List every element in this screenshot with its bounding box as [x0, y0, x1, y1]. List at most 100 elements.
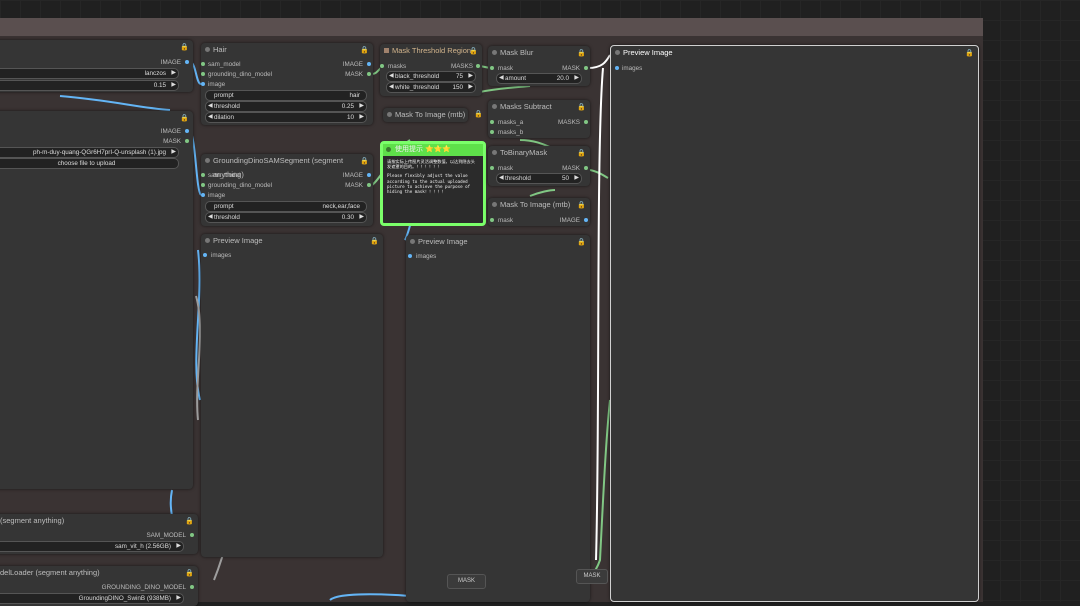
output-mask-slot[interactable]: MASK — [345, 70, 363, 79]
lock-icon[interactable]: 🔒 — [185, 515, 194, 529]
output-image-slot[interactable]: IMAGE — [343, 60, 363, 69]
hair-segment-node[interactable]: Hair 🔒 sam_model grounding_dino_model ima… — [201, 43, 373, 125]
masks-subtract-node[interactable]: Masks Subtract 🔒 masks_a masks_b MASKS — [488, 100, 590, 138]
lock-icon[interactable]: 🔒 — [360, 155, 369, 169]
node-title-bar[interactable]: Mask Blur 🔒 — [488, 46, 590, 60]
node-title-bar[interactable]: Preview Image 🔒 — [611, 46, 978, 60]
lock-icon[interactable]: 🔒 — [180, 41, 189, 55]
node-title-bar[interactable]: delLoader (segment anything) 🔒 — [0, 566, 198, 580]
output-masks-slot[interactable]: MASKS — [558, 118, 580, 127]
output-dot[interactable] — [584, 218, 588, 222]
node-title-bar[interactable]: 🔒 — [0, 111, 193, 125]
reroute-mask-1[interactable]: MASK — [447, 574, 486, 589]
black-threshold-stepper[interactable]: ◀ black_threshold 75 ▶ — [386, 71, 476, 82]
input-masks-b-slot[interactable]: masks_b — [498, 128, 523, 137]
output-mask-slot[interactable]: MASK — [345, 181, 363, 190]
node-title-bar[interactable]: GroundingDinoSAMSegment (segment anythin… — [201, 154, 373, 179]
prompt-field[interactable]: prompt hair — [205, 90, 367, 101]
preview-image-node-1[interactable]: Preview Image 🔒 images — [201, 234, 383, 557]
node-title-bar[interactable]: Mask To Image (mtb) 🔒 — [488, 198, 590, 212]
output-dot[interactable] — [367, 72, 371, 76]
lock-icon[interactable]: 🔒 — [577, 147, 586, 161]
upload-button[interactable]: choose file to upload — [0, 158, 179, 169]
output-dot[interactable] — [367, 173, 371, 177]
output-dot[interactable] — [367, 62, 371, 66]
output-mask-slot[interactable]: MASK — [562, 164, 580, 173]
output-image-slot[interactable]: IMAGE — [161, 127, 181, 136]
input-dot[interactable] — [490, 166, 494, 170]
arrow-right-icon[interactable]: ▶ — [359, 113, 364, 122]
lock-icon[interactable]: 🔒 — [965, 47, 974, 61]
arrow-right-icon[interactable]: ▶ — [468, 72, 473, 81]
input-dot[interactable] — [201, 173, 205, 177]
input-dot[interactable] — [201, 193, 205, 197]
input-dot[interactable] — [201, 183, 205, 187]
node-title-bar[interactable]: Preview Image 🔒 — [406, 235, 590, 249]
dino-model-widget[interactable]: GroundingDINO_SwinB (938MB) ▶ — [0, 593, 184, 604]
mask-blur-node[interactable]: Mask Blur 🔒 mask MASK ◀ amount 20.0 ▶ — [488, 46, 590, 86]
node-title-bar[interactable]: Masks Subtract 🔒 — [488, 100, 590, 114]
lock-icon[interactable]: 🔒 — [577, 199, 586, 213]
node-title-bar[interactable]: Mask To Image (mtb) — [383, 108, 468, 122]
input-dino-slot[interactable]: grounding_dino_model — [208, 181, 272, 190]
output-dot[interactable] — [584, 166, 588, 170]
node-title-bar[interactable]: 使用提示 ⭐⭐⭐ — [383, 144, 483, 156]
lock-icon[interactable]: 🔒 — [360, 44, 369, 58]
sam-loader-node[interactable]: (segment anything) 🔒 SAM_MODEL sam_vit_h … — [0, 514, 198, 554]
output-mask-slot[interactable]: MASK — [163, 137, 181, 146]
node-title-bar[interactable]: Preview Image 🔒 — [201, 234, 383, 248]
mask-to-image-node-1[interactable]: Mask To Image (mtb) — [383, 108, 468, 122]
input-masks-slot[interactable]: masks — [388, 62, 406, 71]
node-title-bar[interactable]: ToBinaryMask 🔒 — [488, 146, 590, 160]
output-sam-slot[interactable]: SAM_MODEL — [146, 531, 186, 540]
input-dot[interactable] — [490, 130, 494, 134]
lock-icon[interactable]: 🔒 — [577, 101, 586, 115]
lock-icon[interactable]: 🔒 — [185, 567, 194, 581]
to-binary-mask-node[interactable]: ToBinaryMask 🔒 mask MASK ◀ threshold 50 ▶ — [488, 146, 590, 186]
input-mask-slot[interactable]: mask — [498, 216, 513, 225]
load-image-node[interactable]: 🔒 IMAGE MASK ph-m-duy-quang-QGr6H7prI-Q-… — [0, 111, 193, 489]
arrow-left-icon[interactable]: ◀ — [208, 102, 213, 111]
lock-icon[interactable]: 🔒 — [370, 235, 379, 249]
input-dot[interactable] — [201, 72, 205, 76]
arrow-left-icon[interactable]: ◀ — [208, 213, 213, 222]
arrow-right-icon[interactable]: ▶ — [171, 69, 176, 78]
upscale-method-widget[interactable]: lanczos ▶ — [0, 68, 179, 79]
input-images-slot[interactable]: images — [416, 252, 436, 261]
white-threshold-stepper[interactable]: ◀ white_threshold 150 ▶ — [386, 82, 476, 93]
arrow-right-icon[interactable]: ▶ — [574, 174, 579, 183]
lock-icon[interactable]: 🔒 — [577, 47, 586, 61]
output-image-slot[interactable]: IMAGE — [560, 216, 580, 225]
scale-widget[interactable]: 0.15 ▶ — [0, 80, 179, 91]
input-dot[interactable] — [408, 254, 412, 258]
lock-icon[interactable]: 🔒 — [469, 45, 478, 59]
arrow-left-icon[interactable]: ◀ — [208, 113, 213, 122]
output-dot[interactable] — [190, 533, 194, 537]
output-image-slot[interactable]: IMAGE — [161, 58, 181, 67]
upscale-node[interactable]: 🔒 IMAGE lanczos ▶ 0.15 ▶ — [0, 40, 193, 92]
arrow-left-icon[interactable]: ◀ — [389, 72, 394, 81]
input-sam-slot[interactable]: sam_model — [208, 171, 241, 180]
note-body[interactable]: 请按实际上传图片灵活调整数值，以达到隐去头发遮罩的目的。！！！！！！ Pleas… — [383, 156, 483, 197]
mask-to-image-node-2[interactable]: Mask To Image (mtb) 🔒 mask IMAGE — [488, 198, 590, 226]
image-select-widget[interactable]: ph-m-duy-quang-QGr6H7prI-Q-unsplash (1).… — [0, 147, 179, 158]
input-dino-slot[interactable]: grounding_dino_model — [208, 70, 272, 79]
dilation-stepper[interactable]: ◀ dilation 10 ▶ — [205, 112, 367, 123]
arrow-left-icon[interactable]: ◀ — [389, 83, 394, 92]
output-dot[interactable] — [185, 129, 189, 133]
mask-threshold-node[interactable]: Mask Threshold Region 🔒 masks MASKS ◀ blac… — [380, 44, 482, 96]
input-images-slot[interactable]: images — [622, 64, 642, 73]
threshold-stepper[interactable]: ◀ threshold 0.30 ▶ — [205, 212, 367, 223]
grounding-dino-sam-node[interactable]: GroundingDinoSAMSegment (segment anythin… — [201, 154, 373, 226]
lock-icon[interactable]: 🔒 — [474, 110, 483, 118]
input-dot[interactable] — [203, 253, 207, 257]
input-dot[interactable] — [615, 66, 619, 70]
threshold-stepper[interactable]: ◀ threshold 0.25 ▶ — [205, 101, 367, 112]
arrow-right-icon[interactable]: ▶ — [171, 148, 176, 157]
output-mask-slot[interactable]: MASK — [562, 64, 580, 73]
input-dot[interactable] — [490, 120, 494, 124]
input-dot[interactable] — [490, 218, 494, 222]
lock-icon[interactable]: 🔒 — [180, 112, 189, 126]
input-mask-slot[interactable]: mask — [498, 64, 513, 73]
node-title-bar[interactable]: Hair 🔒 — [201, 43, 373, 57]
